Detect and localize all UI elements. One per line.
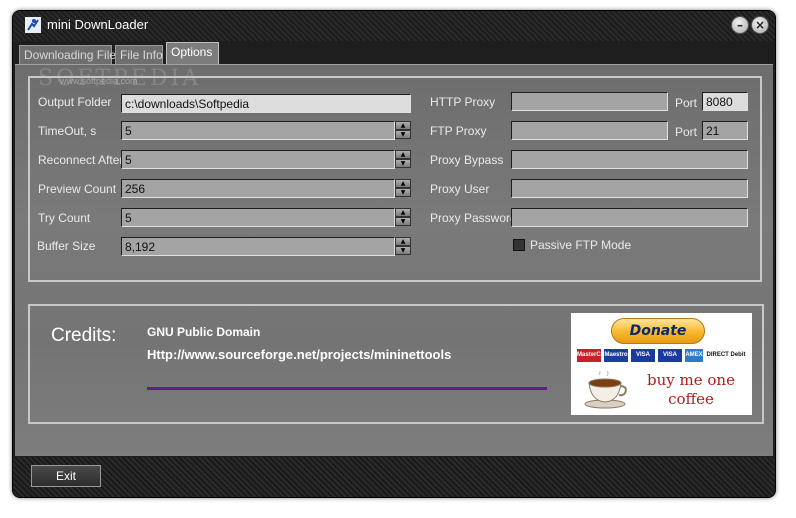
buffer-size-spinner[interactable]: ▲ ▼ bbox=[395, 237, 411, 256]
output-folder-input[interactable]: c:\downloads\Softpedia bbox=[121, 94, 411, 113]
proxy-bypass-label: Proxy Bypass bbox=[430, 153, 504, 167]
exit-button[interactable]: Exit bbox=[31, 465, 101, 487]
spin-down-icon[interactable]: ▼ bbox=[395, 159, 411, 168]
output-folder-label: Output Folder bbox=[38, 95, 112, 109]
tab-file-info[interactable]: File Info bbox=[115, 45, 163, 64]
spin-down-icon[interactable]: ▼ bbox=[395, 130, 411, 139]
proxy-user-input[interactable] bbox=[511, 179, 748, 198]
coffee-text-line2: coffee bbox=[668, 390, 714, 408]
payment-cards: MasterCard Maestro VISA VISA AMEX DIRECT… bbox=[577, 349, 747, 363]
proxy-bypass-input[interactable] bbox=[511, 150, 748, 169]
ftp-proxy-label: FTP Proxy bbox=[430, 124, 487, 138]
bottom-bar: Exit bbox=[13, 457, 775, 497]
coffee-cup-icon bbox=[584, 371, 627, 409]
preview-count-input[interactable]: 256 bbox=[121, 179, 395, 198]
preview-count-spinner[interactable]: ▲ ▼ bbox=[395, 179, 411, 198]
buffer-size-label: Buffer Size bbox=[37, 239, 96, 253]
visa-electron-icon: VISA bbox=[658, 349, 682, 362]
app-icon bbox=[25, 17, 41, 33]
spin-up-icon[interactable]: ▲ bbox=[395, 179, 411, 188]
try-count-label: Try Count bbox=[38, 211, 91, 225]
window-title: mini DownLoader bbox=[47, 17, 149, 32]
http-port-input[interactable]: 8080 bbox=[702, 92, 748, 111]
amex-icon: AMEX bbox=[685, 349, 703, 362]
passive-ftp-checkbox[interactable] bbox=[513, 239, 525, 251]
ftp-proxy-input[interactable] bbox=[511, 121, 668, 140]
credits-license: GNU Public Domain bbox=[147, 325, 261, 339]
credits-title: Credits: bbox=[51, 325, 117, 346]
title-bar[interactable]: mini DownLoader – × bbox=[13, 11, 775, 41]
timeout-input[interactable]: 5 bbox=[121, 121, 395, 140]
http-proxy-input[interactable] bbox=[511, 92, 668, 111]
spin-down-icon[interactable]: ▼ bbox=[395, 188, 411, 197]
http-proxy-label: HTTP Proxy bbox=[430, 95, 496, 109]
credits-divider bbox=[147, 387, 547, 390]
donate-button[interactable]: Donate bbox=[611, 318, 705, 344]
timeout-label: TimeOut, s bbox=[38, 124, 97, 138]
spin-up-icon[interactable]: ▲ bbox=[395, 150, 411, 159]
reconnect-after-input[interactable]: 5 bbox=[121, 150, 395, 169]
donate-banner[interactable]: Donate MasterCard Maestro VISA VISA AMEX… bbox=[571, 313, 752, 415]
spin-up-icon[interactable]: ▲ bbox=[395, 208, 411, 217]
maestro-icon: Maestro bbox=[604, 349, 628, 362]
reconnect-after-label: Reconnect After bbox=[38, 153, 124, 167]
ftp-port-input[interactable]: 21 bbox=[702, 121, 748, 140]
mastercard-icon: MasterCard bbox=[577, 349, 610, 362]
tab-options[interactable]: Options bbox=[166, 42, 219, 64]
credits-url-link[interactable]: Http://www.sourceforge.net/projects/mini… bbox=[147, 347, 451, 362]
visa-icon: VISA bbox=[631, 349, 655, 362]
tab-downloading-files[interactable]: Downloading Files bbox=[19, 45, 122, 64]
reconnect-after-spinner[interactable]: ▲ ▼ bbox=[395, 150, 411, 169]
passive-ftp-label: Passive FTP Mode bbox=[530, 238, 632, 252]
proxy-password-input[interactable] bbox=[511, 208, 748, 227]
proxy-password-label: Proxy Password bbox=[430, 211, 517, 225]
coffee-text: buy me one coffee bbox=[635, 371, 747, 409]
spin-up-icon[interactable]: ▲ bbox=[395, 121, 411, 130]
try-count-spinner[interactable]: ▲ ▼ bbox=[395, 208, 411, 227]
direct-debit-icon: DIRECT Debit bbox=[706, 349, 746, 362]
spin-up-icon[interactable]: ▲ bbox=[395, 237, 411, 246]
ftp-port-label: Port bbox=[675, 125, 698, 139]
coffee-text-line1: buy me one bbox=[647, 371, 735, 389]
http-port-label: Port bbox=[675, 96, 698, 110]
proxy-user-label: Proxy User bbox=[430, 182, 490, 196]
spin-down-icon[interactable]: ▼ bbox=[395, 246, 411, 255]
preview-count-label: Preview Count bbox=[38, 182, 117, 196]
try-count-input[interactable]: 5 bbox=[121, 208, 395, 227]
spin-down-icon[interactable]: ▼ bbox=[395, 217, 411, 226]
close-icon[interactable]: × bbox=[751, 16, 769, 34]
timeout-spinner[interactable]: ▲ ▼ bbox=[395, 121, 411, 140]
minimize-icon[interactable]: – bbox=[731, 16, 749, 34]
buffer-size-input[interactable]: 8,192 bbox=[121, 237, 395, 256]
